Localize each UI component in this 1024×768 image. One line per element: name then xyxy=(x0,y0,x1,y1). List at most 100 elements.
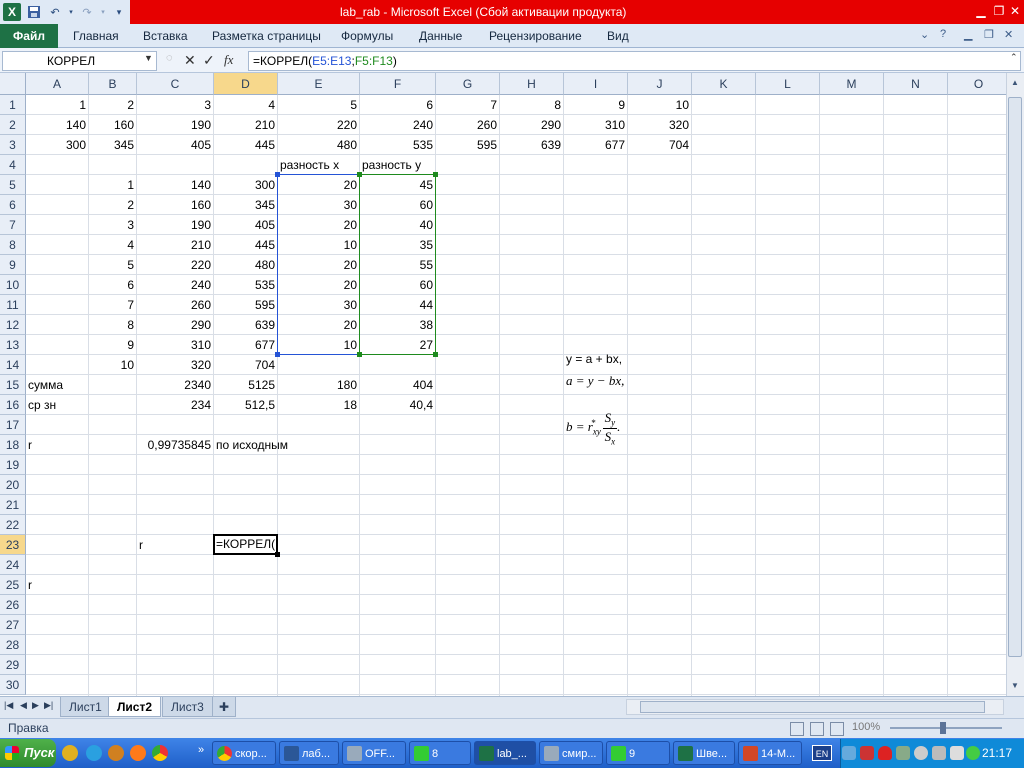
cell-C7[interactable]: 190 xyxy=(137,215,213,235)
cell-D13[interactable]: 677 xyxy=(214,335,277,355)
cell-F4[interactable]: разность y xyxy=(360,155,423,175)
cell-D18[interactable]: по исходным xyxy=(214,435,290,455)
cell-E3[interactable]: 480 xyxy=(278,135,359,155)
ribbon-collapse-icon[interactable]: ⌄ xyxy=(920,28,929,41)
row-header-18[interactable]: 18 xyxy=(0,435,26,455)
cell-G2[interactable]: 260 xyxy=(436,115,499,135)
cell-F1[interactable]: 6 xyxy=(360,95,435,115)
column-header-B[interactable]: B xyxy=(89,73,137,95)
tab-formulas[interactable]: Формулы xyxy=(341,24,393,48)
prev-sheet-icon[interactable]: ◀ xyxy=(20,700,27,711)
cell-C3[interactable]: 405 xyxy=(137,135,213,155)
excel-logo-icon[interactable]: X xyxy=(3,3,21,21)
cell-D12[interactable]: 639 xyxy=(214,315,277,335)
cell-F6[interactable]: 60 xyxy=(360,195,435,215)
cell-I3[interactable]: 677 xyxy=(564,135,627,155)
sheet-tab-3[interactable]: Лист3 xyxy=(162,697,213,717)
cell-H3[interactable]: 639 xyxy=(500,135,563,155)
zoom-level[interactable]: 100% xyxy=(852,721,880,733)
cell-B11[interactable]: 7 xyxy=(89,295,136,315)
taskbar-button-smir[interactable]: смир... xyxy=(539,741,603,765)
cell-F3[interactable]: 535 xyxy=(360,135,435,155)
cell-E12[interactable]: 20 xyxy=(278,315,359,335)
row-header-27[interactable]: 27 xyxy=(0,615,26,635)
save-icon[interactable] xyxy=(26,4,42,20)
cell-D6[interactable]: 345 xyxy=(214,195,277,215)
cell-C23[interactable]: r xyxy=(137,535,145,555)
cell-J1[interactable]: 10 xyxy=(628,95,691,115)
column-header-F[interactable]: F xyxy=(360,73,436,95)
cell-H1[interactable]: 8 xyxy=(500,95,563,115)
taskbar-button-excel[interactable]: lab_... xyxy=(474,741,536,765)
tray-icon[interactable] xyxy=(860,746,874,760)
column-header-D[interactable]: D xyxy=(214,73,278,95)
name-box-dropdown-icon[interactable]: ▼ xyxy=(144,53,153,63)
cell-D11[interactable]: 595 xyxy=(214,295,277,315)
cell-D7[interactable]: 405 xyxy=(214,215,277,235)
cell-B10[interactable]: 6 xyxy=(89,275,136,295)
column-header-E[interactable]: E xyxy=(278,73,360,95)
network-icon[interactable] xyxy=(932,746,946,760)
customize-toolbar-icon[interactable]: ▾ xyxy=(111,4,127,20)
tab-file[interactable]: Файл xyxy=(0,24,58,48)
row-header-24[interactable]: 24 xyxy=(0,555,26,575)
cell-B12[interactable]: 8 xyxy=(89,315,136,335)
column-header-K[interactable]: K xyxy=(692,73,756,95)
column-header-A[interactable]: A xyxy=(26,73,89,95)
firefox-icon[interactable] xyxy=(130,745,146,761)
cell-G1[interactable]: 7 xyxy=(436,95,499,115)
cell-B14[interactable]: 10 xyxy=(89,355,136,375)
next-sheet-icon[interactable]: ▶ xyxy=(32,700,39,711)
column-header-N[interactable]: N xyxy=(884,73,948,95)
cell-E13[interactable]: 10 xyxy=(278,335,359,355)
taskbar-button-word[interactable]: лаб... xyxy=(279,741,339,765)
cell-G3[interactable]: 595 xyxy=(436,135,499,155)
row-header-13[interactable]: 13 xyxy=(0,335,26,355)
cell-C12[interactable]: 290 xyxy=(137,315,213,335)
row-header-14[interactable]: 14 xyxy=(0,355,26,375)
tray-icon[interactable] xyxy=(842,746,856,760)
tab-view[interactable]: Вид xyxy=(607,24,629,48)
expand-formula-bar-icon[interactable]: ⌃ xyxy=(1010,52,1018,63)
column-header-H[interactable]: H xyxy=(500,73,564,95)
cell-E2[interactable]: 220 xyxy=(278,115,359,135)
workbook-minimize-icon[interactable]: ▁ xyxy=(964,28,972,41)
cell-C9[interactable]: 220 xyxy=(137,255,213,275)
cell-D10[interactable]: 535 xyxy=(214,275,277,295)
row-header-23[interactable]: 23 xyxy=(0,535,26,555)
show-more-icon[interactable]: » xyxy=(198,744,204,756)
row-header-21[interactable]: 21 xyxy=(0,495,26,515)
cell-I2[interactable]: 310 xyxy=(564,115,627,135)
column-header-I[interactable]: I xyxy=(564,73,628,95)
row-header-7[interactable]: 7 xyxy=(0,215,26,235)
cell-A16[interactable]: ср зн xyxy=(26,395,58,415)
cell-I1[interactable]: 9 xyxy=(564,95,627,115)
cell-C8[interactable]: 210 xyxy=(137,235,213,255)
cell-F8[interactable]: 35 xyxy=(360,235,435,255)
row-header-25[interactable]: 25 xyxy=(0,575,26,595)
chrome-icon[interactable] xyxy=(152,745,168,761)
cell-F2[interactable]: 240 xyxy=(360,115,435,135)
row-header-1[interactable]: 1 xyxy=(0,95,26,115)
row-header-10[interactable]: 10 xyxy=(0,275,26,295)
cell-F15[interactable]: 404 xyxy=(360,375,435,395)
active-cell-D23[interactable]: =КОРРЕЛ( xyxy=(213,534,278,555)
column-header-G[interactable]: G xyxy=(436,73,500,95)
cell-C18[interactable]: 0,99735845 xyxy=(137,435,213,455)
cell-A18[interactable]: r xyxy=(26,435,34,455)
column-header-L[interactable]: L xyxy=(756,73,820,95)
insert-function-icon[interactable]: fx xyxy=(224,52,233,68)
antivirus-icon[interactable] xyxy=(878,746,892,760)
cell-F13[interactable]: 27 xyxy=(360,335,435,355)
taskbar-button-excel-2[interactable]: Шве... xyxy=(673,741,735,765)
tray-icon[interactable] xyxy=(896,746,910,760)
cell-B5[interactable]: 1 xyxy=(89,175,136,195)
enter-icon[interactable]: ✓ xyxy=(203,52,215,69)
workbook-restore-icon[interactable]: ❐ xyxy=(984,28,994,41)
last-sheet-icon[interactable]: ▶| xyxy=(44,700,53,711)
cell-B13[interactable]: 9 xyxy=(89,335,136,355)
column-header-J[interactable]: J xyxy=(628,73,692,95)
cell-F5[interactable]: 45 xyxy=(360,175,435,195)
cell-A2[interactable]: 140 xyxy=(26,115,88,135)
cell-E5[interactable]: 20 xyxy=(278,175,359,195)
